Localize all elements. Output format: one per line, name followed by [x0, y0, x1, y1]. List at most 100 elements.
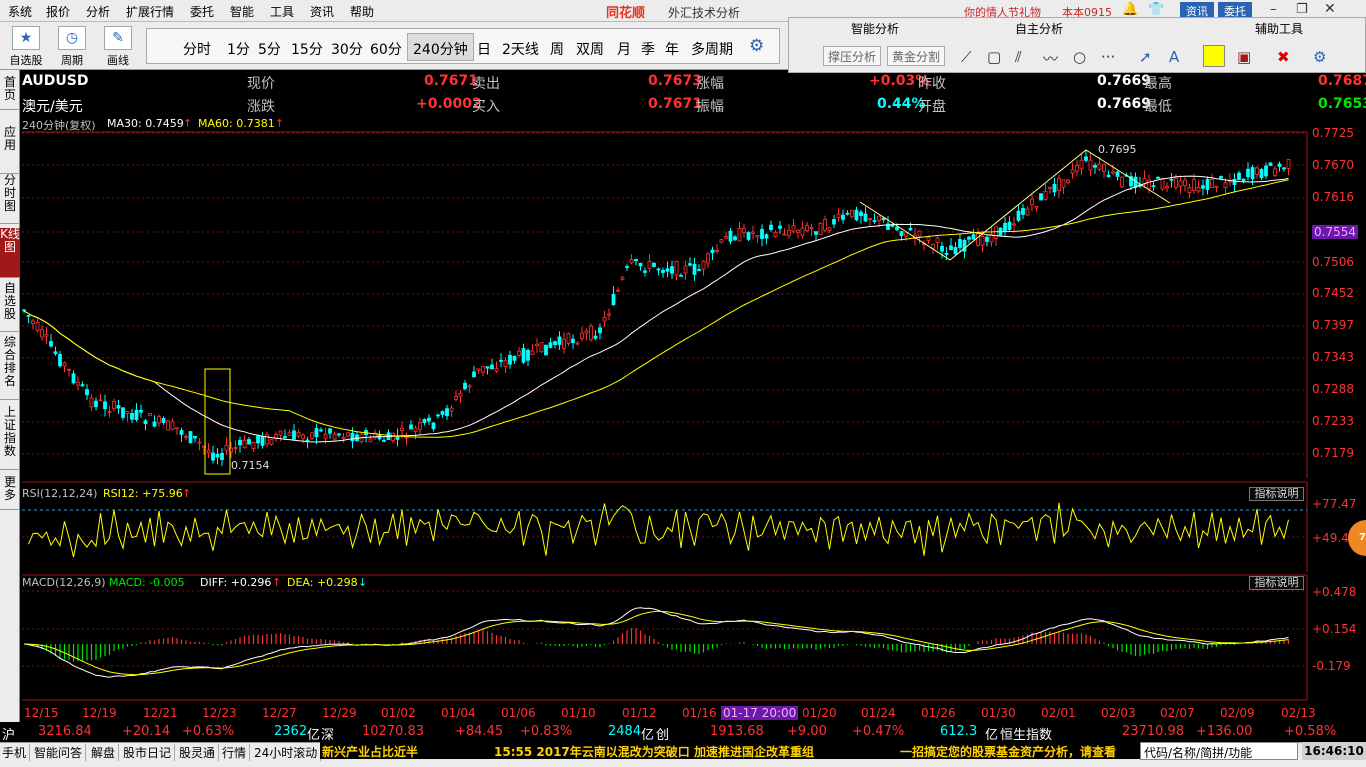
candle-body [1178, 180, 1183, 187]
news-item[interactable]: 一招搞定您的股票基金资产分析，请查看 [900, 743, 1116, 759]
period-month[interactable]: 月 [617, 39, 631, 59]
text-tool-icon[interactable]: A [1169, 48, 1179, 66]
rsi-title: RSI(12,12,24) [22, 487, 98, 500]
news-item[interactable]: 15:55 2017年云南以混改为突破口 加速推进国企改革重组 [494, 743, 814, 759]
watchlist-button[interactable]: ★ 自选股 [6, 24, 46, 68]
close-icon[interactable]: ✕ [1324, 1, 1336, 17]
rsi-help-button[interactable]: 指标说明 [1249, 487, 1304, 501]
tab-ranking[interactable]: 综合排名 [0, 336, 20, 400]
wave-tool-icon[interactable]: 〰 [1043, 48, 1058, 69]
candle-body [1088, 159, 1093, 171]
news-ticker[interactable]: 新兴产业占比近半 15:55 2017年云南以混改为突破口 加速推进国企改革重组… [320, 742, 1140, 759]
period-year[interactable]: 年 [665, 39, 679, 59]
status-diary[interactable]: 股市日记 [123, 744, 176, 761]
cursor-icon[interactable]: ➚ [1139, 48, 1152, 66]
menu-tools[interactable]: 工具 [270, 3, 294, 20]
candle-body [778, 225, 782, 229]
period-week[interactable]: 周 [550, 39, 564, 59]
shirt-icon[interactable]: 👕 [1148, 2, 1164, 17]
tab-apps[interactable]: 应用 [0, 126, 20, 174]
candle-body [868, 218, 872, 221]
candle-body [134, 409, 139, 421]
gear-icon[interactable]: ⚙ [1313, 48, 1326, 66]
candle-body [265, 434, 269, 445]
smart-analysis-header[interactable]: 智能分析 [851, 20, 899, 37]
menu-info[interactable]: 资讯 [310, 3, 334, 20]
period-2day[interactable]: 2天线 [502, 39, 539, 59]
self-analysis-header[interactable]: 自主分析 [1015, 20, 1063, 37]
candle-body [1205, 178, 1210, 190]
candle-body [143, 420, 148, 425]
settings-icon[interactable]: ⚙ [749, 36, 764, 56]
value-buy: 0.7671 [648, 96, 703, 112]
status-gulingtong[interactable]: 股灵通 [179, 744, 220, 761]
xtick: 12/21 [143, 706, 178, 720]
status-commentary[interactable]: 解盘 [91, 744, 120, 761]
candle-body [670, 266, 674, 274]
candle-body [746, 232, 751, 240]
minimize-icon[interactable]: – [1270, 2, 1277, 17]
candle-body [764, 234, 769, 239]
menu-system[interactable]: 系统 [8, 3, 32, 20]
candle-body [1232, 178, 1237, 186]
candle-body [931, 243, 935, 249]
more-tools-icon[interactable]: ··· [1101, 48, 1115, 66]
status-mobile[interactable]: 手机 [2, 744, 31, 761]
period-quarter[interactable]: 季 [641, 39, 655, 59]
aux-tools-header[interactable]: 辅助工具 [1255, 20, 1303, 37]
symbol-code: AUDUSD [22, 73, 89, 89]
circle-tool-icon[interactable]: ○ [1073, 48, 1086, 66]
rect-tool-icon[interactable]: ▢ [987, 48, 1001, 66]
tab-shanghai[interactable]: 上证指数 [0, 406, 20, 470]
period-60m[interactable]: 60分 [370, 39, 402, 59]
menu-smart[interactable]: 智能 [230, 3, 254, 20]
float-badge[interactable]: 76 [1348, 520, 1366, 556]
tab-timeshare[interactable]: 分时图 [0, 174, 20, 224]
period-multi[interactable]: 多周期 [691, 39, 733, 59]
golden-section-button[interactable]: 黄金分割 [887, 46, 946, 66]
menu-extended[interactable]: 扩展行情 [126, 3, 174, 20]
period-button[interactable]: ◷ 周期 [52, 24, 92, 68]
status-24h[interactable]: 24小时滚动 [254, 744, 322, 761]
sz-amount: 2484 [608, 724, 642, 739]
analysis-panel: 智能分析 自主分析 辅助工具 撑压分析 黄金分割 ⟋ ▢ ⫽ 〰 ○ ··· ➚… [788, 17, 1366, 73]
period-tick[interactable]: 分时 [183, 39, 211, 59]
status-qa[interactable]: 智能问答 [34, 744, 87, 761]
menu-analysis[interactable]: 分析 [86, 3, 110, 20]
period-day[interactable]: 日 [477, 39, 491, 59]
rsi-ytick: +77.47 [1312, 497, 1357, 511]
draw-button[interactable]: ✎ 画线 [98, 24, 138, 68]
bell-icon[interactable]: 🔔 [1122, 2, 1138, 17]
restore-icon[interactable]: ❐ [1296, 2, 1308, 17]
period-5m[interactable]: 5分 [258, 39, 281, 59]
period-2week[interactable]: 双周 [576, 39, 604, 59]
period-15m[interactable]: 15分 [291, 39, 323, 59]
xtick: 01/30 [981, 706, 1016, 720]
candle-body [274, 434, 278, 439]
period-1m[interactable]: 1分 [227, 39, 250, 59]
menu-help[interactable]: 帮助 [350, 3, 374, 20]
tab-kline[interactable]: K线图 [0, 228, 20, 278]
news-item[interactable]: 新兴产业占比近半 [322, 743, 418, 759]
color-picker[interactable] [1203, 45, 1225, 67]
save-tool-icon[interactable]: ▣ [1237, 48, 1251, 66]
channel-tool-icon[interactable]: ⫽ [1015, 48, 1022, 66]
status-market[interactable]: 行情 [222, 744, 251, 761]
index-ticker: 沪 3216.84 +20.14 +0.63% 2362 亿 深 10270.8… [0, 722, 1366, 742]
code-search-input[interactable]: 代码/名称/简拼/功能 [1140, 742, 1298, 760]
period-30m[interactable]: 30分 [331, 39, 363, 59]
line-tool-icon[interactable]: ⟋ [961, 48, 972, 66]
candle-body [1030, 198, 1034, 206]
macd-help-button[interactable]: 指标说明 [1249, 576, 1304, 590]
candle-body [958, 239, 962, 248]
period-240m[interactable]: 240分钟 [407, 33, 474, 61]
hs-amount: 612.3 [940, 724, 978, 739]
delete-tool-icon[interactable]: ✖ [1277, 48, 1290, 66]
support-resistance-button[interactable]: 撑压分析 [823, 46, 882, 66]
menu-trade[interactable]: 委托 [190, 3, 214, 20]
tab-watchlist[interactable]: 自选股 [0, 282, 20, 332]
candle-body [530, 350, 535, 355]
menu-quote[interactable]: 报价 [46, 3, 70, 20]
tab-more[interactable]: 更多 [0, 476, 20, 510]
tab-home[interactable]: 首页 [0, 76, 20, 110]
